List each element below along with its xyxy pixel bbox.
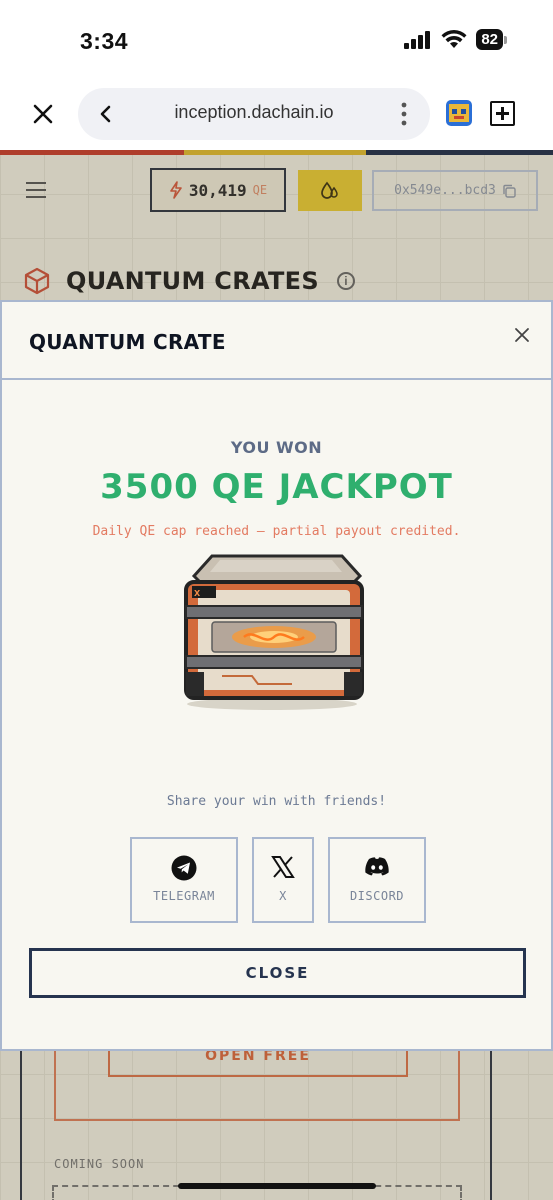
status-icons: 82 <box>404 29 507 50</box>
share-telegram-button[interactable]: TELEGRAM <box>130 837 238 923</box>
discord-icon <box>365 857 389 876</box>
share-discord-button[interactable]: DISCORD <box>328 837 426 923</box>
cap-note: Daily QE cap reached — partial payout cr… <box>92 524 461 539</box>
close-tab-icon[interactable] <box>29 100 57 128</box>
modal-title: QUANTUM CRATE <box>29 330 226 354</box>
you-won-label: YOU WON <box>230 438 323 457</box>
share-x-label: X <box>279 889 287 903</box>
signal-icon <box>404 30 431 49</box>
share-x-button[interactable]: X <box>252 837 314 923</box>
more-options-icon[interactable] <box>400 100 408 128</box>
extension-icon[interactable] <box>446 100 472 126</box>
address-bar[interactable]: inception.dachain.io <box>78 88 430 140</box>
share-prompt: Share your win with friends! <box>166 794 387 809</box>
status-bar: 3:34 82 <box>0 0 553 80</box>
telegram-icon <box>171 855 197 881</box>
browser-toolbar: inception.dachain.io <box>0 80 553 150</box>
wifi-icon <box>441 30 467 48</box>
status-time: 3:34 <box>80 28 129 54</box>
close-modal-icon[interactable] <box>511 324 533 346</box>
prize-amount: 3500 QE JACKPOT <box>100 467 453 507</box>
x-logo-icon <box>271 856 295 878</box>
reward-modal: QUANTUM CRATE YOU WON 3500 QE JACKPOT Da… <box>0 300 553 1051</box>
share-discord-label: DISCORD <box>349 889 405 903</box>
share-telegram-label: TELEGRAM <box>153 889 215 903</box>
home-indicator <box>178 1183 376 1189</box>
battery-level: 82 <box>476 29 503 50</box>
modal-header: QUANTUM CRATE <box>2 302 551 380</box>
url-text: inception.dachain.io <box>174 102 334 122</box>
battery-icon: 82 <box>476 29 507 50</box>
new-tab-icon[interactable] <box>490 101 515 126</box>
close-button[interactable]: CLOSE <box>29 948 526 998</box>
svg-text:X: X <box>194 589 201 598</box>
quantum-crate-image: X <box>184 554 364 710</box>
